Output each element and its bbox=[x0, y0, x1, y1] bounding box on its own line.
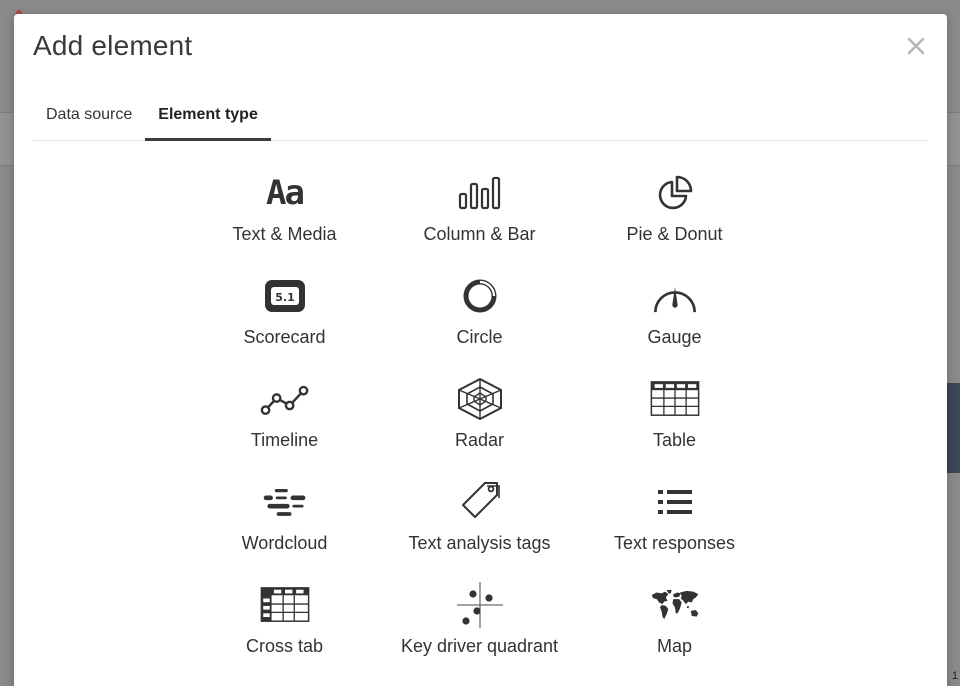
element-timeline[interactable]: Timeline bbox=[187, 370, 382, 473]
element-label: Wordcloud bbox=[241, 533, 328, 553]
element-text-responses[interactable]: Text responses bbox=[577, 473, 772, 576]
element-cross-tab[interactable]: Cross tab bbox=[187, 576, 382, 679]
background-panel bbox=[946, 383, 960, 473]
wordcloud-icon bbox=[260, 479, 310, 525]
svg-text:5.1: 5.1 bbox=[275, 291, 295, 304]
element-map[interactable]: Map bbox=[577, 576, 772, 679]
quadrant-icon bbox=[455, 582, 505, 628]
text-media-icon: Aa bbox=[266, 173, 305, 213]
background-badge: 1 bbox=[951, 670, 958, 682]
element-radar[interactable]: Radar bbox=[382, 370, 577, 473]
tab-data-source[interactable]: Data source bbox=[33, 98, 145, 140]
element-label: Column & Bar bbox=[423, 224, 536, 244]
element-table[interactable]: Table bbox=[577, 370, 772, 473]
element-label: Text & Media bbox=[232, 224, 337, 244]
element-label: Gauge bbox=[647, 327, 702, 347]
world-map-icon bbox=[650, 582, 700, 628]
element-label: Radar bbox=[454, 430, 505, 450]
close-button[interactable] bbox=[903, 33, 929, 59]
element-label: Cross tab bbox=[245, 636, 324, 656]
tag-icon bbox=[455, 479, 505, 525]
element-scorecard[interactable]: 5.1 Scorecard bbox=[187, 267, 382, 370]
close-icon bbox=[907, 37, 925, 55]
circle-icon bbox=[455, 273, 505, 319]
dialog-title: Add element bbox=[33, 30, 193, 61]
element-label: Circle bbox=[456, 327, 503, 347]
element-label: Scorecard bbox=[243, 327, 326, 347]
element-pie-donut[interactable]: Pie & Donut bbox=[577, 164, 772, 267]
element-key-driver-quadrant[interactable]: Key driver quadrant bbox=[382, 576, 577, 679]
list-icon bbox=[650, 479, 700, 525]
element-label: Text responses bbox=[613, 533, 736, 553]
element-column-bar[interactable]: Column & Bar bbox=[382, 164, 577, 267]
element-type-grid: Aa Text & Media Column & Bar Pie & Donut… bbox=[187, 164, 772, 679]
gauge-icon bbox=[650, 273, 700, 319]
radar-icon bbox=[455, 376, 505, 422]
element-label: Pie & Donut bbox=[626, 224, 723, 244]
timeline-icon bbox=[260, 376, 310, 422]
element-label: Map bbox=[656, 636, 692, 656]
table-icon bbox=[650, 376, 700, 422]
pie-donut-icon bbox=[650, 170, 700, 216]
element-label: Text analysis tags bbox=[408, 533, 551, 553]
element-label: Timeline bbox=[250, 430, 319, 450]
element-label: Key driver quadrant bbox=[400, 636, 559, 656]
add-element-dialog: Add element Data source Element type Aa … bbox=[14, 14, 947, 686]
element-circle[interactable]: Circle bbox=[382, 267, 577, 370]
tab-element-type[interactable]: Element type bbox=[145, 98, 271, 141]
element-wordcloud[interactable]: Wordcloud bbox=[187, 473, 382, 576]
tab-bar: Data source Element type bbox=[33, 98, 928, 141]
scorecard-icon: 5.1 bbox=[260, 273, 310, 319]
element-text-analysis-tags[interactable]: Text analysis tags bbox=[382, 473, 577, 576]
element-text-media[interactable]: Aa Text & Media bbox=[187, 164, 382, 267]
element-label: Table bbox=[652, 430, 697, 450]
column-bar-icon bbox=[455, 170, 505, 216]
element-gauge[interactable]: Gauge bbox=[577, 267, 772, 370]
cross-tab-icon bbox=[260, 582, 310, 628]
